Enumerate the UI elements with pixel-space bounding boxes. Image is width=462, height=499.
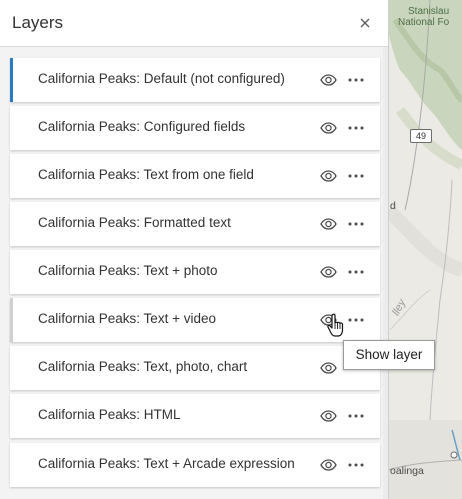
more-horizontal-icon [348,78,364,82]
scrollbar[interactable] [383,47,388,499]
layer-label: California Peaks: Text + Arcade expressi… [38,456,295,471]
eye-icon [319,410,337,422]
more-horizontal-icon [348,222,364,226]
layer-label: California Peaks: Text + video [38,311,216,326]
layer-label: California Peaks: Text + photo [38,263,218,278]
more-horizontal-icon [348,270,364,274]
layers-panel: Layers California Peaks: Default (not co… [0,0,389,499]
park-label-line2: National Fo [398,17,450,28]
more-horizontal-icon [348,174,364,178]
close-button[interactable] [352,10,378,36]
layer-options-button[interactable] [346,70,366,90]
layer-options-button[interactable] [346,214,366,234]
visibility-toggle-button[interactable] [318,455,338,475]
panel-title: Layers [12,13,64,32]
eye-icon [319,362,337,374]
place-label: d [390,200,396,212]
layer-item[interactable]: California Peaks: Default (not configure… [10,58,380,102]
layer-item[interactable]: California Peaks: HTML [10,394,380,438]
layer-options-button[interactable] [346,310,366,330]
layer-options-button[interactable] [346,455,366,475]
layer-item[interactable]: California Peaks: Formatted text [10,202,380,246]
layer-options-button[interactable] [346,118,366,138]
town-label: oalinga [390,465,424,477]
eye-icon [319,459,337,471]
eye-icon [319,122,337,134]
visibility-toggle-button[interactable] [318,262,338,282]
park-label: Stanislau National Fo [398,6,449,28]
layer-label: California Peaks: Configured fields [38,119,246,134]
layer-item[interactable]: California Peaks: Text + Arcade expressi… [10,443,380,487]
visibility-toggle-button[interactable] [318,70,338,90]
layer-label: California Peaks: Formatted text [38,215,231,230]
eye-icon [319,218,337,230]
eye-icon [319,266,337,278]
close-icon [360,18,370,28]
more-horizontal-icon [348,126,364,130]
layer-item[interactable]: California Peaks: Text + photo [10,250,380,294]
layer-item[interactable]: California Peaks: Text from one field [10,154,380,198]
layer-label: California Peaks: Text from one field [38,167,254,182]
visibility-toggle-button[interactable] [318,166,338,186]
layer-item[interactable]: California Peaks: Text + video [10,298,380,342]
more-horizontal-icon [348,318,364,322]
highway-shield: 49 [410,129,432,143]
eye-icon [319,74,337,86]
tooltip: Show layer [343,340,435,370]
layer-label: California Peaks: Text, photo, chart [38,359,248,374]
visibility-toggle-button[interactable] [318,406,338,426]
layer-label: California Peaks: Default (not configure… [38,71,285,86]
layer-label: California Peaks: HTML [38,407,181,422]
park-label-line1: Stanislau [408,6,450,17]
panel-header: Layers [0,0,388,47]
layer-options-button[interactable] [346,166,366,186]
layer-options-button[interactable] [346,406,366,426]
layer-options-button[interactable] [346,262,366,282]
more-horizontal-icon [348,463,364,467]
visibility-toggle-button[interactable] [318,118,338,138]
layer-item[interactable]: California Peaks: Text, photo, chart [10,346,380,390]
more-horizontal-icon [348,414,364,418]
eye-icon [319,170,337,182]
visibility-toggle-button[interactable] [318,358,338,378]
visibility-toggle-button[interactable] [318,214,338,234]
hand-pointer-icon [327,313,344,337]
layer-item[interactable]: California Peaks: Configured fields [10,106,380,150]
